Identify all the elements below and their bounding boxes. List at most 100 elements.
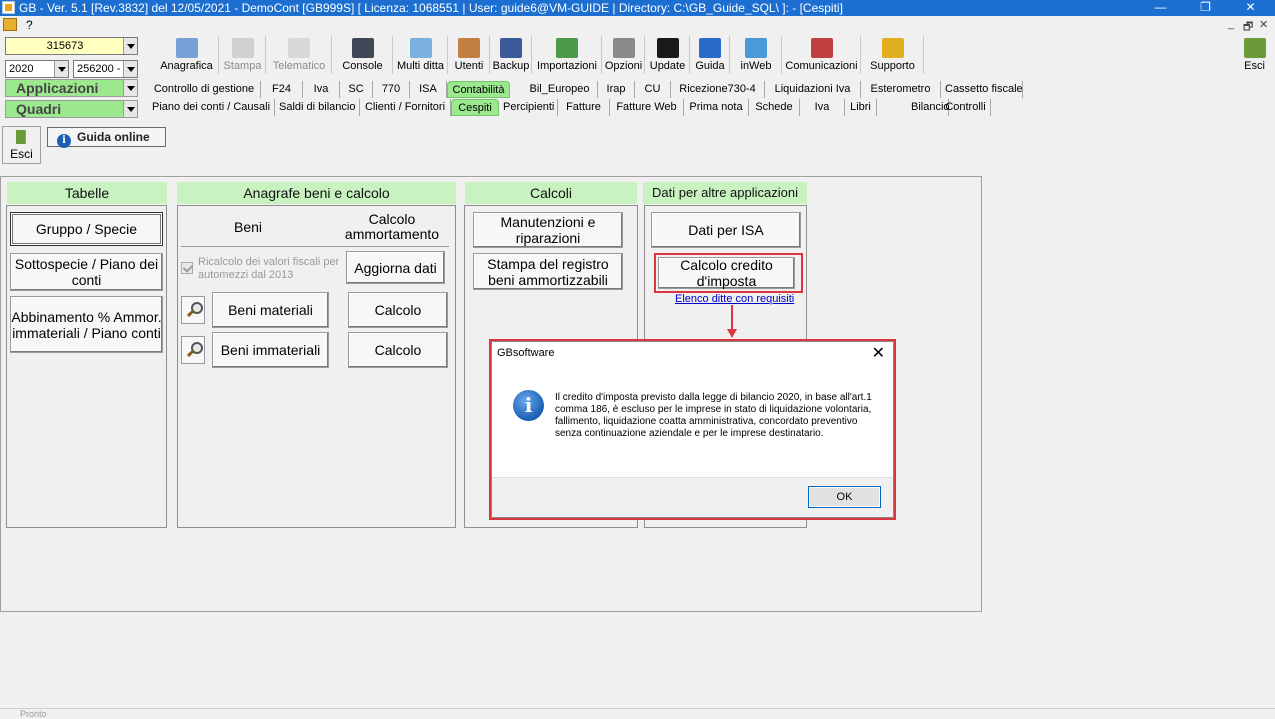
beni-materiali-button[interactable]: Beni materiali <box>212 292 329 328</box>
sottospecie-button[interactable]: Sottospecie / Piano dei conti <box>10 253 163 291</box>
mdi-close-button[interactable]: ✕ <box>1259 18 1268 31</box>
tab-liquidazioni-iva[interactable]: Liquidazioni Iva <box>765 81 861 98</box>
toolbar-label: inWeb <box>740 60 772 72</box>
altre-applicazioni-header: Dati per altre applicazioni <box>643 182 807 204</box>
dati-isa-button[interactable]: Dati per ISA <box>651 212 801 248</box>
subtab-schede[interactable]: Schede <box>749 99 800 116</box>
mdi-restore-button[interactable]: 🗗 <box>1243 18 1253 37</box>
ok-button[interactable]: OK <box>808 486 881 508</box>
calcolo-materiali-button[interactable]: Calcolo <box>348 292 448 328</box>
toolbar-button-telematico[interactable]: Telematico <box>267 36 332 74</box>
tab-f24[interactable]: F24 <box>261 81 303 98</box>
section-tabs: Piano dei conti / Causali Saldi di bilanc… <box>148 99 991 116</box>
subtab-fatture[interactable]: Fatture <box>558 99 610 116</box>
toolbar-button-opzioni[interactable]: Opzioni <box>603 36 645 74</box>
info-icon: i <box>513 390 544 421</box>
elenco-ditte-link[interactable]: Elenco ditte con requisiti <box>675 293 794 305</box>
minimize-button[interactable]: — <box>1138 0 1183 16</box>
codice-value: 256200 - <box>77 63 121 75</box>
tab-irap[interactable]: Irap <box>598 81 635 98</box>
calcoli-header: Calcoli <box>465 182 637 204</box>
abbinamento-button[interactable]: Abbinamento % Ammor. immateriali / Piano… <box>10 296 163 353</box>
app-menu-icon[interactable] <box>3 18 17 31</box>
toolbar-button-stampa[interactable]: Stampa <box>220 36 266 74</box>
toolbar-button-utenti[interactable]: Utenti <box>449 36 490 74</box>
chevron-down-icon[interactable] <box>123 80 137 96</box>
beni-column-header: Beni <box>233 219 263 235</box>
toolbar-button-backup[interactable]: Backup <box>491 36 532 74</box>
subtab-cespiti[interactable]: Cespiti <box>451 99 499 116</box>
toolbar-label: Guida <box>695 60 725 72</box>
subtab-piano-dei-conti-causali[interactable]: Piano dei conti / Causali <box>148 99 275 116</box>
anno-select[interactable]: 2020 <box>5 60 69 78</box>
guida-online-button[interactable]: i Guida online <box>47 127 166 148</box>
mdi-minimize-button[interactable]: _ <box>1228 18 1234 30</box>
chevron-down-icon[interactable] <box>123 38 137 54</box>
toolbar-button-anagrafica[interactable]: Anagrafica <box>155 36 219 74</box>
tab-controllo-di-gestione[interactable]: Controllo di gestione <box>148 81 261 98</box>
toolbar-button-guida[interactable]: Guida <box>691 36 730 74</box>
tab-contabilit-[interactable]: Contabilità <box>447 81 510 98</box>
toolbar-exit-button[interactable]: Esci <box>1238 36 1271 74</box>
tab-cassetto-fiscale[interactable]: Cassetto fiscale <box>941 81 1023 98</box>
toolbar-label: Multi ditta <box>396 60 445 72</box>
ditta-select[interactable]: 315673 <box>5 37 138 55</box>
chevron-down-icon[interactable] <box>54 61 68 77</box>
toolbar-label: Utenti <box>454 60 484 72</box>
applicazioni-select[interactable]: Applicazioni <box>5 79 138 97</box>
tab-ricezione730-4[interactable]: Ricezione730-4 <box>671 81 765 98</box>
subtab-iva[interactable]: Iva <box>800 99 845 116</box>
tab-esterometro[interactable]: Esterometro <box>861 81 941 98</box>
tab-cu[interactable]: CU <box>635 81 671 98</box>
ricalcolo-checkbox[interactable] <box>181 262 193 274</box>
subtab-fatture-web[interactable]: Fatture Web <box>610 99 684 116</box>
toolbar-button-comunicazioni[interactable]: Comunicazioni <box>783 36 861 74</box>
close-button[interactable]: ✕ <box>1228 0 1273 16</box>
search-beni-immateriali-icon[interactable] <box>181 336 205 364</box>
calcolo-immateriali-button[interactable]: Calcolo <box>348 332 448 368</box>
quadri-select[interactable]: Quadri <box>5 100 138 118</box>
subtab-libri[interactable]: Libri <box>845 99 877 116</box>
toolbar-button-console[interactable]: Console <box>333 36 393 74</box>
toolbar-button-multi-ditta[interactable]: Multi ditta <box>394 36 448 74</box>
restore-button[interactable]: ❐ <box>1183 0 1228 16</box>
subtab-controlli[interactable]: Controlli <box>941 99 991 116</box>
codice-select[interactable]: 256200 - <box>73 60 138 78</box>
status-bar: Pronto <box>0 708 1275 719</box>
tab-bil-europeo[interactable]: Bil_Europeo <box>522 81 598 98</box>
toolbar-label: Supporto <box>870 60 915 72</box>
esci-label: Esci <box>10 147 33 161</box>
dialog-close-icon[interactable]: ✕ <box>872 343 885 363</box>
cloud-icon <box>745 38 767 58</box>
subtab-percipienti[interactable]: Percipienti <box>499 99 558 116</box>
tab-isa[interactable]: ISA <box>410 81 447 98</box>
dialog-message: Il credito d'imposta previsto dalla legg… <box>555 392 872 439</box>
subtab-prima-nota[interactable]: Prima nota <box>684 99 749 116</box>
window-title: GB - Ver. 5.1 [Rev.3832] del 12/05/2021 … <box>19 1 843 15</box>
gruppo-specie-button[interactable]: Gruppo / Specie <box>10 212 163 246</box>
esci-button[interactable]: Esci <box>2 126 41 164</box>
toolbar-button-supporto[interactable]: Supporto <box>862 36 924 74</box>
highlight-credito <box>654 253 803 293</box>
printer-icon <box>231 38 254 58</box>
guida-online-label: Guida online <box>77 130 150 144</box>
tab-sc[interactable]: SC <box>340 81 373 98</box>
tab-770[interactable]: 770 <box>373 81 410 98</box>
aggiorna-dati-button[interactable]: Aggiorna dati <box>346 251 445 284</box>
update-icon <box>656 38 679 58</box>
tab-iva[interactable]: Iva <box>303 81 340 98</box>
beni-immateriali-button[interactable]: Beni immateriali <box>212 332 329 368</box>
subtab-saldi-di-bilancio[interactable]: Saldi di bilancio <box>275 99 360 116</box>
stampa-registro-button[interactable]: Stampa del registro beni ammortizzabili <box>473 253 623 290</box>
toolbar-button-update[interactable]: Update <box>646 36 690 74</box>
help-menu[interactable]: ? <box>26 18 33 32</box>
subtab-clienti-fornitori[interactable]: Clienti / Fornitori <box>360 99 451 116</box>
chevron-down-icon[interactable] <box>123 61 137 77</box>
search-beni-materiali-icon[interactable] <box>181 296 205 324</box>
chevron-down-icon[interactable] <box>123 101 137 117</box>
toolbar-button-inweb[interactable]: inWeb <box>731 36 782 74</box>
manutenzioni-button[interactable]: Manutenzioni e riparazioni <box>473 212 623 248</box>
toolbar-label: Telematico <box>272 60 326 72</box>
toolbar-label: Stampa <box>223 60 262 72</box>
toolbar-button-importazioni[interactable]: Importazioni <box>533 36 602 74</box>
